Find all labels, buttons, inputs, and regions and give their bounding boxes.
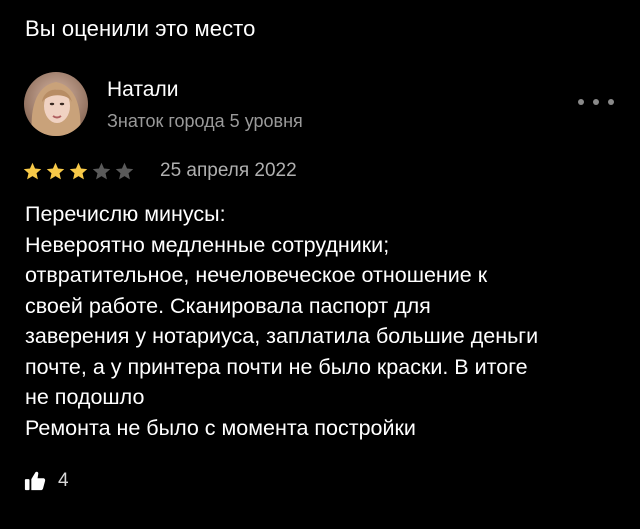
review-text-line: своей работе. Сканировала паспорт для <box>25 293 431 318</box>
review-text-line: Перечислю минусы: <box>25 202 226 226</box>
review-text-line: заверения у нотариуса, заплатила большие… <box>25 324 539 348</box>
review-date: 25 апреля 2022 <box>160 160 297 181</box>
more-options-button[interactable] <box>578 92 614 112</box>
like-button[interactable]: 4 <box>24 470 69 492</box>
star-filled-icon <box>69 162 88 180</box>
like-count: 4 <box>58 470 69 491</box>
star-empty-icon <box>92 162 111 180</box>
thumbs-up-icon <box>24 471 46 491</box>
review-text-line: отвратительное, нечеловеческое отношение… <box>25 263 488 287</box>
review-text: Перечислю минусы: Невероятно медленные со… <box>25 199 625 443</box>
star-filled-icon <box>46 162 65 180</box>
review-text-line: Ремонта не было с момента постройки <box>25 415 416 440</box>
section-title: Вы оценили это место <box>25 16 256 41</box>
more-dot <box>608 99 614 105</box>
author-level: Знаток города 5 уровня <box>107 111 303 131</box>
star-filled-icon <box>23 162 42 180</box>
review-text-line: Невероятно медленные сотрудники; <box>25 232 390 257</box>
avatar-image <box>24 72 88 136</box>
avatar[interactable] <box>24 72 88 136</box>
review-text-line: почте, а у принтера почти не было краски… <box>25 354 528 379</box>
review-text-line: не подошло <box>25 385 145 409</box>
author-name[interactable]: Натали <box>107 78 178 102</box>
more-horizontal-icon <box>578 99 584 105</box>
star-rating <box>22 161 135 182</box>
more-dot <box>593 99 599 105</box>
star-empty-icon <box>115 162 134 180</box>
